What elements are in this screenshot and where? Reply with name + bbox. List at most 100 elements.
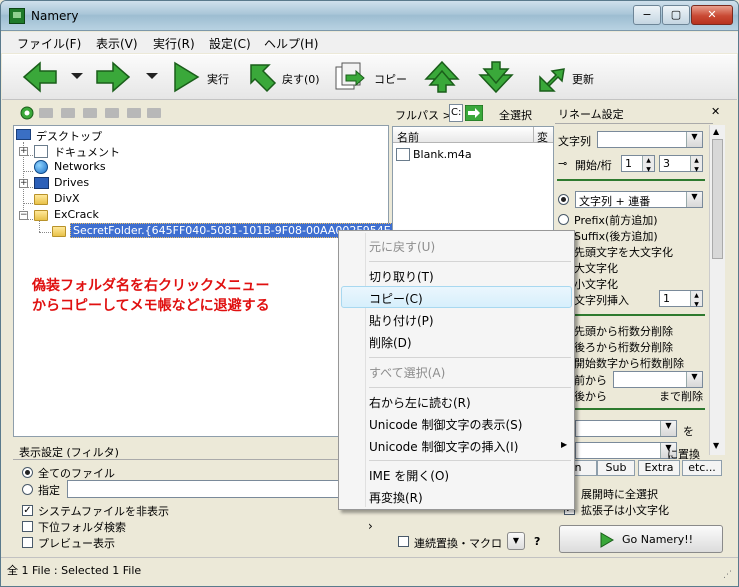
- undo-arrow-icon[interactable]: [247, 61, 277, 93]
- start-spinner[interactable]: 1 ▲ ▼: [621, 155, 655, 173]
- path-input[interactable]: C:: [449, 104, 463, 122]
- tab-extra[interactable]: Extra: [638, 460, 680, 476]
- expand-icon[interactable]: +: [19, 179, 28, 188]
- all-files-radio[interactable]: [22, 467, 33, 478]
- gear-icon[interactable]: [19, 105, 35, 121]
- run-label[interactable]: 実行: [207, 71, 229, 87]
- menu-settings[interactable]: 設定(C): [209, 35, 251, 52]
- option-suffix[interactable]: Suffix(後方追加): [574, 228, 658, 244]
- menu-file[interactable]: ファイル(F): [17, 35, 81, 52]
- go-namery-button[interactable]: Go Namery!!: [559, 525, 723, 553]
- from-combo[interactable]: ▼: [613, 371, 703, 388]
- close-button[interactable]: ✕: [691, 5, 733, 25]
- tree-item-divx[interactable]: DivX: [54, 192, 80, 205]
- ctx-select-all[interactable]: すべて選択(A): [369, 364, 445, 381]
- back-arrow-icon[interactable]: [22, 61, 58, 93]
- tree-item-desktop[interactable]: デスクトップ: [36, 128, 102, 144]
- ctx-copy[interactable]: コピー(C): [369, 290, 423, 307]
- option-prefix[interactable]: Prefix(前方追加): [574, 212, 658, 228]
- ctx-rtl[interactable]: 右から左に読む(R): [369, 394, 471, 411]
- copy-label[interactable]: コピー: [374, 71, 407, 87]
- insert-spinner[interactable]: 1 ▲ ▼: [659, 290, 703, 308]
- ctx-show-unicode[interactable]: Unicode 制御文字の表示(S): [369, 416, 522, 433]
- select-all-button[interactable]: 全選択: [499, 107, 532, 123]
- delete-back[interactable]: 後ろから桁数分削除: [574, 339, 673, 355]
- replace-combo[interactable]: ▼: [575, 442, 677, 459]
- specify-radio[interactable]: [22, 484, 33, 495]
- folder-icon[interactable]: [39, 108, 53, 118]
- delete-front[interactable]: 先頭から桁数分削除: [574, 323, 673, 339]
- forward-dropdown-icon[interactable]: [145, 71, 159, 81]
- option-capitalize[interactable]: 先頭文字を大文字化: [574, 244, 673, 260]
- lowercase-ext-label[interactable]: 拡張子は小文字化: [581, 502, 669, 518]
- collapse-icon[interactable]: −: [19, 211, 28, 220]
- copy-icon[interactable]: [332, 61, 366, 93]
- tree-item-drives[interactable]: Drives: [54, 176, 89, 189]
- prefix-radio[interactable]: [558, 214, 569, 225]
- folder-icon[interactable]: [147, 108, 161, 118]
- tree-item-networks[interactable]: Networks: [54, 160, 106, 173]
- subfolder-label[interactable]: 下位フォルダ検索: [38, 519, 126, 535]
- folder-tree[interactable]: デスクトップ + ドキュメント Networks + Drives DivX −…: [13, 125, 401, 437]
- go-arrow-icon[interactable]: [465, 105, 483, 121]
- search-combo[interactable]: ▼: [575, 420, 677, 437]
- ctx-insert-unicode[interactable]: Unicode 制御文字の挿入(I): [369, 438, 518, 455]
- ctx-ime-open[interactable]: IME を開く(O): [369, 467, 449, 484]
- update-label[interactable]: 更新: [572, 71, 594, 87]
- column-name[interactable]: 名前: [397, 129, 419, 145]
- run-play-icon[interactable]: [172, 61, 200, 93]
- resize-grip-icon[interactable]: ⋰: [723, 570, 732, 580]
- string-combo[interactable]: ▼: [597, 131, 703, 148]
- refresh-icon[interactable]: [536, 59, 568, 95]
- hide-system-label[interactable]: システムファイルを非表示: [38, 503, 169, 519]
- filter-input[interactable]: [67, 480, 343, 498]
- help-question-icon[interactable]: ?: [534, 535, 540, 548]
- continuous-label[interactable]: 連続置換・マクロ: [414, 535, 502, 551]
- mode-radio[interactable]: [558, 194, 569, 205]
- rename-close-icon[interactable]: ✕: [711, 105, 720, 118]
- mode-combo[interactable]: 文字列 + 連番 ▼: [575, 191, 703, 208]
- up-arrow-icon[interactable]: [424, 59, 460, 95]
- file-item[interactable]: Blank.m4a: [413, 148, 472, 161]
- folder-icon[interactable]: [83, 108, 97, 118]
- forward-arrow-icon[interactable]: [95, 61, 131, 93]
- subfolder-checkbox[interactable]: [22, 521, 33, 532]
- insert-string-label[interactable]: 文字列挿入: [574, 292, 629, 308]
- all-files-label[interactable]: 全てのファイル: [38, 465, 115, 481]
- preview-label[interactable]: プレビュー表示: [38, 535, 115, 551]
- specify-label[interactable]: 指定: [38, 482, 60, 498]
- option-lowercase[interactable]: 小文字化: [574, 276, 618, 292]
- tree-item-documents[interactable]: ドキュメント: [54, 144, 120, 160]
- menu-help[interactable]: ヘルプ(H): [264, 35, 318, 52]
- maximize-button[interactable]: ▢: [662, 5, 690, 25]
- delete-start-number[interactable]: 開始数字から桁数削除: [574, 355, 684, 371]
- undo-label[interactable]: 戻す(0): [282, 71, 320, 87]
- tab-sub[interactable]: Sub: [597, 460, 635, 476]
- menu-view[interactable]: 表示(V): [96, 35, 138, 52]
- down-arrow-icon[interactable]: [478, 59, 514, 95]
- menu-run[interactable]: 実行(R): [153, 35, 195, 52]
- ctx-paste[interactable]: 貼り付け(P): [369, 312, 434, 329]
- expand-select-label[interactable]: 展開時に全選択: [581, 486, 658, 502]
- tab-etc[interactable]: etc...: [682, 460, 722, 476]
- column-change[interactable]: 変: [537, 129, 548, 145]
- expand-icon[interactable]: +: [19, 147, 28, 156]
- ctx-undo[interactable]: 元に戻す(U): [369, 238, 435, 255]
- ctx-delete[interactable]: 削除(D): [369, 334, 412, 351]
- ctx-reconvert[interactable]: 再変換(R): [369, 489, 423, 506]
- rename-scrollbar[interactable]: ▲ ▼: [709, 125, 725, 455]
- option-uppercase[interactable]: 大文字化: [574, 260, 618, 276]
- hide-system-checkbox[interactable]: ✓: [22, 505, 33, 516]
- minimize-button[interactable]: −: [633, 5, 661, 25]
- back-dropdown-icon[interactable]: [70, 71, 84, 81]
- ctx-cut[interactable]: 切り取り(T): [369, 268, 434, 285]
- macro-dropdown-icon[interactable]: ▼: [507, 532, 525, 550]
- tree-item-excrack[interactable]: ExCrack: [54, 208, 99, 221]
- preview-checkbox[interactable]: [22, 537, 33, 548]
- continuous-checkbox[interactable]: [398, 536, 409, 547]
- chevron-right-icon[interactable]: ›: [368, 519, 373, 533]
- folder-icon[interactable]: [61, 108, 75, 118]
- digits-spinner[interactable]: 3 ▲ ▼: [659, 155, 703, 173]
- folder-icon[interactable]: [127, 108, 141, 118]
- folder-icon[interactable]: [105, 108, 119, 118]
